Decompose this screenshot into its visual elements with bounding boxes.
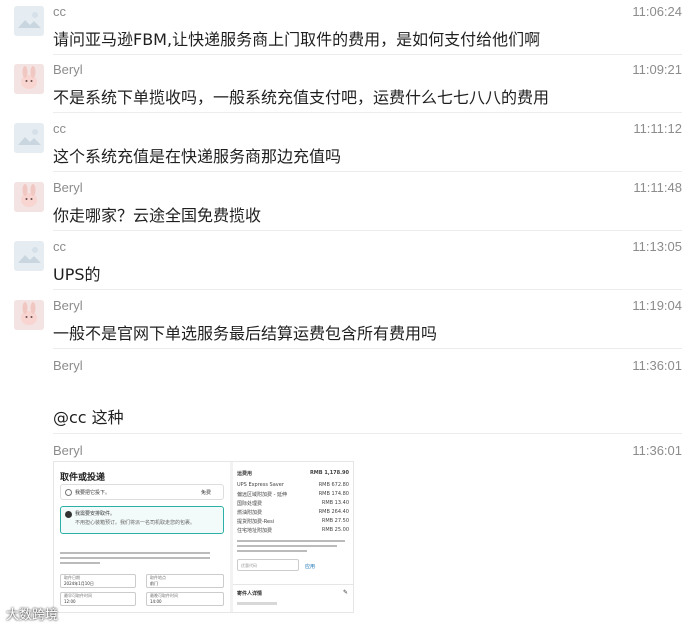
earliest-value: 12:00 — [64, 599, 76, 604]
radio-selected-icon — [65, 511, 72, 518]
summary-row-label: 偏远区域附加费 - 延伸 — [237, 492, 287, 498]
message-item: Beryl 11:36:01 @cc 这种 — [0, 353, 690, 428]
divider — [53, 230, 682, 231]
summary-row-label: UPS Express Saver — [237, 482, 284, 488]
avatar[interactable] — [14, 64, 44, 94]
earliest-time-field: 最早可取件时间 12:00 — [60, 592, 136, 606]
sender-name: Beryl — [53, 358, 83, 373]
sender-name: Beryl — [53, 443, 83, 458]
summary-row-value: RMB 13.40 — [321, 500, 349, 506]
message-time: 11:09:21 — [632, 62, 682, 77]
screenshot-image[interactable]: 取件或投递 我要把它投下。 免费 我需要安排取件。 不用担心装箱预订。我们将派一… — [53, 461, 354, 613]
message-item: cc 11:13:05 UPS的 — [0, 235, 690, 293]
summary-title: 运费用 — [237, 471, 253, 477]
pickup-title: 取件或投递 — [60, 473, 106, 483]
message-text: 一般不是官网下单选服务最后结算运费包含所有费用吗 — [53, 324, 438, 343]
sender-name: Beryl — [53, 180, 83, 195]
avatar[interactable] — [14, 182, 44, 212]
pickup-option-subtitle: 不用担心装箱预订。我们将派一名司机取走您的包裹。 — [75, 520, 196, 526]
message-time: 11:36:01 — [632, 443, 682, 458]
summary-row: 偏远区域附加费 - 延伸 RMB 174.80 — [237, 491, 349, 498]
summary-row-label: 住宅地址附加费 — [237, 528, 273, 534]
divider — [233, 584, 353, 585]
summary-row-label: 提货附加费-Resi — [237, 519, 275, 525]
shipper-details-label: 寄件人详情 — [237, 591, 263, 597]
text-line — [237, 540, 345, 542]
text-line — [237, 602, 277, 605]
divider — [53, 171, 682, 172]
sender-name: cc — [53, 121, 66, 136]
text-line — [60, 552, 210, 554]
message-item: Beryl 11:19:04 一般不是官网下单选服务最后结算运费包含所有费用吗 — [0, 294, 690, 352]
message-text: 不是系统下单揽收吗，一般系统充值支付吧，运费什么七七八八的费用 — [53, 88, 550, 107]
dropoff-label: 我要把它投下。 — [75, 490, 111, 496]
pickup-option-title: 我需要安排取件。 — [75, 511, 116, 517]
avatar[interactable] — [14, 241, 44, 271]
summary-row: 住宅地址附加费 RMB 25.00 — [237, 527, 349, 534]
summary-row-value: RMB 174.80 — [318, 491, 349, 497]
text-line — [237, 545, 337, 547]
text-line — [60, 557, 210, 559]
summary-total: RMB 1,178.90 — [309, 470, 349, 476]
summary-row-value: RMB 25.00 — [321, 527, 349, 533]
latest-time-field: 最晚可取件时间 14:00 — [146, 592, 224, 606]
promo-apply-link: 应用 — [305, 564, 316, 570]
sender-name: Beryl — [53, 62, 83, 77]
message-text: UPS的 — [53, 265, 101, 284]
summary-row-value: RMB 27.50 — [321, 518, 349, 524]
date-field: 取件日期 2024年1月10日 — [60, 574, 136, 588]
date-value: 2024年1月10日 — [64, 581, 94, 586]
summary-row: 提货附加费-Resi RMB 27.50 — [237, 518, 349, 525]
dropoff-option: 我要把它投下。 免费 — [60, 484, 224, 500]
cost-summary-panel: 运费用 RMB 1,178.90 UPS Express Saver RMB 67… — [233, 462, 353, 612]
pickup-panel: 取件或投递 我要把它投下。 免费 我需要安排取件。 不用担心装箱预订。我们将派一… — [54, 462, 230, 612]
avatar[interactable] — [14, 6, 44, 36]
message-time: 11:11:48 — [633, 180, 682, 195]
divider — [53, 348, 682, 349]
summary-row: UPS Express Saver RMB 672.80 — [237, 482, 349, 488]
text-line — [60, 562, 100, 564]
summary-row: 燃油附加费 RMB 264.40 — [237, 509, 349, 516]
message-time: 11:11:12 — [633, 121, 682, 136]
latest-value: 14:00 — [150, 599, 162, 604]
avatar[interactable] — [14, 300, 44, 330]
location-value: 前门 — [150, 581, 158, 586]
summary-row-label: 燃油附加费 — [237, 510, 263, 516]
sender-name: cc — [53, 239, 66, 254]
summary-row-value: RMB 672.80 — [318, 482, 349, 488]
divider — [53, 289, 682, 290]
message-item: Beryl 11:09:21 不是系统下单揽收吗，一般系统充值支付吧，运费什么七… — [0, 58, 690, 116]
radio-icon — [65, 489, 72, 496]
promo-code-input: 优惠代码 — [237, 559, 299, 571]
message-item: Beryl 11:36:01 — [0, 438, 690, 458]
pickup-option: 我需要安排取件。 不用担心装箱预订。我们将派一名司机取走您的包裹。 — [60, 506, 224, 534]
location-field: 取件地点 前门 — [146, 574, 224, 588]
summary-header: 运费用 RMB 1,178.90 — [237, 470, 349, 477]
edit-icon: ✎ — [343, 589, 349, 596]
message-time: 11:13:05 — [632, 239, 682, 254]
message-text: 你走哪家？云途全国免费揽收 — [53, 206, 262, 225]
dropoff-price: 免费 — [201, 490, 212, 496]
watermark: 大数跨境 — [6, 607, 59, 622]
message-text: 这个系统充值是在快递服务商那边充值吗 — [53, 147, 342, 166]
divider — [53, 433, 682, 434]
message-text: 请问亚马逊FBM,让快递服务商上门取件的费用，是如何支付给他们啊 — [53, 30, 541, 49]
message-item: Beryl 11:11:48 你走哪家？云途全国免费揽收 — [0, 176, 690, 234]
text-line — [237, 550, 307, 552]
summary-row: 国际处理费 RMB 13.40 — [237, 500, 349, 507]
sender-name: cc — [53, 4, 66, 19]
summary-row-label: 国际处理费 — [237, 501, 263, 507]
message-time: 11:36:01 — [632, 358, 682, 373]
promo-placeholder: 优惠代码 — [241, 563, 257, 568]
avatar[interactable] — [14, 123, 44, 153]
divider — [53, 112, 682, 113]
divider — [53, 54, 682, 55]
message-item: cc 11:11:12 这个系统充值是在快递服务商那边充值吗 — [0, 117, 690, 175]
sender-name: Beryl — [53, 298, 83, 313]
message-text: @cc 这种 — [53, 408, 124, 427]
summary-row-value: RMB 264.40 — [318, 509, 349, 515]
message-time: 11:06:24 — [632, 4, 682, 19]
message-time: 11:19:04 — [632, 298, 682, 313]
message-item: cc 11:06:24 请问亚马逊FBM,让快递服务商上门取件的费用，是如何支付… — [0, 0, 690, 58]
